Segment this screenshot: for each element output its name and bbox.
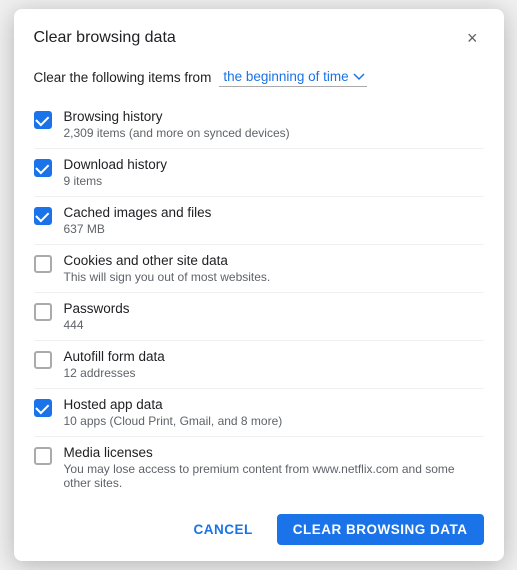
items-list: Browsing history 2,309 items (and more on… (34, 101, 484, 498)
item-content: Hosted app data 10 apps (Cloud Print, Gma… (64, 397, 484, 428)
item-label: Cookies and other site data (64, 253, 484, 268)
media-licenses-checkbox[interactable] (34, 447, 52, 465)
dialog-footer: CANCEL CLEAR BROWSING DATA (14, 498, 504, 561)
list-item: Cookies and other site data This will sig… (34, 244, 484, 292)
item-label: Browsing history (64, 109, 484, 124)
item-label: Autofill form data (64, 349, 484, 364)
close-button[interactable]: × (461, 27, 484, 49)
item-content: Download history 9 items (64, 157, 484, 188)
item-desc: 444 (64, 318, 484, 332)
time-range-label: Clear the following items from (34, 70, 212, 85)
time-range-row: Clear the following items from the begin… (34, 67, 484, 87)
passwords-checkbox[interactable] (34, 303, 52, 321)
item-label: Cached images and files (64, 205, 484, 220)
clear-browsing-data-dialog: Clear browsing data × Clear the followin… (14, 9, 504, 561)
checkbox-wrap[interactable] (34, 255, 52, 273)
list-item: Browsing history 2,309 items (and more on… (34, 101, 484, 148)
item-content: Autofill form data 12 addresses (64, 349, 484, 380)
browsing-history-checkbox[interactable] (34, 111, 52, 129)
item-content: Browsing history 2,309 items (and more on… (64, 109, 484, 140)
cancel-button[interactable]: CANCEL (178, 514, 269, 545)
item-label: Media licenses (64, 445, 484, 460)
download-history-checkbox[interactable] (34, 159, 52, 177)
item-label: Download history (64, 157, 484, 172)
item-content: Cookies and other site data This will sig… (64, 253, 484, 284)
item-desc: This will sign you out of most websites. (64, 270, 484, 284)
item-label: Hosted app data (64, 397, 484, 412)
item-desc: 637 MB (64, 222, 484, 236)
autofill-checkbox[interactable] (34, 351, 52, 369)
checkbox-wrap[interactable] (34, 159, 52, 177)
checkbox-wrap[interactable] (34, 111, 52, 129)
checkbox-wrap[interactable] (34, 447, 52, 465)
item-desc: 9 items (64, 174, 484, 188)
dialog-body: Clear the following items from the begin… (14, 59, 504, 498)
item-desc: 2,309 items (and more on synced devices) (64, 126, 484, 140)
list-item: Hosted app data 10 apps (Cloud Print, Gma… (34, 388, 484, 436)
list-item: Download history 9 items (34, 148, 484, 196)
dialog-header: Clear browsing data × (14, 9, 504, 59)
dialog-title: Clear browsing data (34, 29, 176, 47)
item-content: Passwords 444 (64, 301, 484, 332)
checkbox-wrap[interactable] (34, 351, 52, 369)
clear-browsing-data-button[interactable]: CLEAR BROWSING DATA (277, 514, 484, 545)
item-desc: You may lose access to premium content f… (64, 462, 484, 490)
list-item: Cached images and files 637 MB (34, 196, 484, 244)
item-desc: 12 addresses (64, 366, 484, 380)
list-item: Autofill form data 12 addresses (34, 340, 484, 388)
hosted-app-checkbox[interactable] (34, 399, 52, 417)
checkbox-wrap[interactable] (34, 207, 52, 225)
item-desc: 10 apps (Cloud Print, Gmail, and 8 more) (64, 414, 484, 428)
time-range-select[interactable]: the beginning of timethe past hourthe pa… (219, 67, 367, 87)
item-content: Cached images and files 637 MB (64, 205, 484, 236)
item-content: Media licenses You may lose access to pre… (64, 445, 484, 490)
item-label: Passwords (64, 301, 484, 316)
checkbox-wrap[interactable] (34, 399, 52, 417)
cookies-checkbox[interactable] (34, 255, 52, 273)
list-item: Passwords 444 (34, 292, 484, 340)
list-item: Media licenses You may lose access to pre… (34, 436, 484, 498)
checkbox-wrap[interactable] (34, 303, 52, 321)
cached-images-checkbox[interactable] (34, 207, 52, 225)
